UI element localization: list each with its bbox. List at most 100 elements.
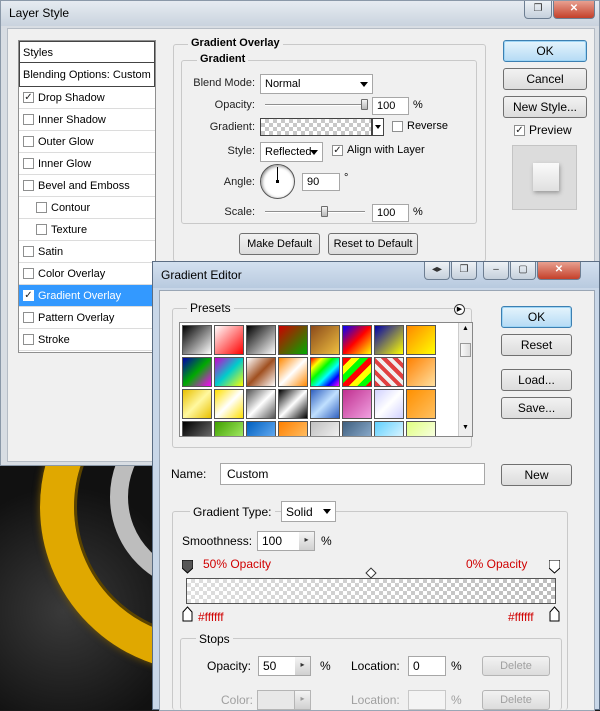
preset-swatch[interactable]: [246, 389, 276, 419]
preview-check-icon[interactable]: ✓: [514, 124, 525, 136]
preset-swatch[interactable]: [182, 357, 212, 387]
style-item-color-overlay[interactable]: Color Overlay: [19, 263, 155, 285]
minimize-icon[interactable]: –: [483, 262, 509, 280]
stop-location-input[interactable]: 0: [408, 656, 446, 676]
styles-header[interactable]: Styles: [19, 41, 155, 63]
smoothness-stepper-icon[interactable]: ▸: [299, 531, 315, 551]
blend-mode-select[interactable]: Normal: [260, 74, 373, 94]
scroll-down-icon[interactable]: ▼: [462, 424, 469, 431]
style-select[interactable]: Reflected: [260, 142, 323, 162]
preset-swatch[interactable]: [278, 421, 308, 436]
preset-swatch[interactable]: [374, 325, 404, 355]
gradient-editor-titlebar[interactable]: Gradient Editor ◂▸ ❐ – ▢ ✕: [153, 262, 599, 288]
right-color-stop[interactable]: [549, 606, 560, 622]
gradient-type-select[interactable]: Solid: [281, 501, 336, 522]
preset-swatch[interactable]: [182, 325, 212, 355]
reverse-check-icon[interactable]: [392, 120, 403, 132]
style-item-pattern-overlay[interactable]: Pattern Overlay: [19, 307, 155, 329]
scale-slider-track[interactable]: [265, 211, 365, 213]
style-item-contour[interactable]: Contour: [19, 197, 155, 219]
preset-swatch[interactable]: [182, 389, 212, 419]
arrows-icon[interactable]: ◂▸: [424, 262, 450, 280]
ge-ok-button[interactable]: OK: [501, 306, 572, 328]
reverse-checkbox[interactable]: Reverse: [392, 120, 448, 132]
preset-swatch[interactable]: [406, 357, 436, 387]
preset-swatch[interactable]: [310, 325, 340, 355]
stop-color-arrow-icon[interactable]: ▸: [295, 690, 311, 710]
style-item-stroke[interactable]: Stroke: [19, 329, 155, 351]
checkbox-icon[interactable]: [23, 158, 34, 169]
style-item-outer-glow[interactable]: Outer Glow: [19, 131, 155, 153]
preset-swatch[interactable]: [406, 421, 436, 436]
angle-input[interactable]: 90: [302, 173, 340, 191]
preset-swatch[interactable]: [310, 421, 340, 436]
scale-slider-thumb[interactable]: [321, 206, 328, 217]
checkbox-icon[interactable]: [23, 180, 34, 191]
opacity-input[interactable]: 100: [372, 97, 409, 115]
preset-swatch[interactable]: [374, 421, 404, 436]
new-style-button[interactable]: New Style...: [503, 96, 587, 118]
checkbox-icon[interactable]: [23, 114, 34, 125]
checkbox-icon[interactable]: [23, 268, 34, 279]
scroll-up-icon[interactable]: ▲: [462, 325, 469, 332]
opacity-slider-track[interactable]: [265, 104, 365, 106]
restore-icon[interactable]: ❐: [451, 262, 477, 280]
stop-opacity-stepper-icon[interactable]: ▸: [295, 656, 311, 676]
stop-opacity-input[interactable]: 50: [258, 656, 296, 676]
ok-button[interactable]: OK: [503, 40, 587, 62]
ge-reset-button[interactable]: Reset: [501, 334, 572, 356]
style-item-bevel-and-emboss[interactable]: Bevel and Emboss: [19, 175, 155, 197]
stop-color-swatch[interactable]: [257, 690, 295, 710]
preset-swatch[interactable]: [342, 325, 372, 355]
preset-swatch[interactable]: [310, 357, 340, 387]
cancel-button[interactable]: Cancel: [503, 68, 587, 90]
preset-swatch[interactable]: [342, 389, 372, 419]
align-check-icon[interactable]: ✓: [332, 144, 343, 156]
checkbox-icon[interactable]: ✓: [23, 290, 34, 301]
reset-to-default-button[interactable]: Reset to Default: [328, 233, 418, 255]
make-default-button[interactable]: Make Default: [239, 233, 320, 255]
name-input[interactable]: Custom: [220, 463, 485, 485]
presets-scroll-thumb[interactable]: [460, 343, 471, 357]
preset-swatch[interactable]: [310, 389, 340, 419]
delete-color-stop-button[interactable]: Delete: [482, 690, 550, 710]
maximize-icon[interactable]: ▢: [510, 262, 536, 280]
preset-swatch[interactable]: [406, 325, 436, 355]
layer-style-titlebar[interactable]: Layer Style ❐ ✕: [1, 1, 599, 26]
style-item-gradient-overlay[interactable]: ✓ Gradient Overlay: [19, 285, 155, 307]
preset-swatch[interactable]: [374, 357, 404, 387]
presets-menu-icon[interactable]: ▶: [454, 304, 465, 315]
left-color-stop[interactable]: [182, 606, 193, 622]
preset-swatch[interactable]: [214, 421, 244, 436]
preset-swatch[interactable]: [374, 389, 404, 419]
restore-icon[interactable]: ❐: [524, 1, 552, 19]
left-opacity-stop[interactable]: [181, 559, 194, 574]
checkbox-icon[interactable]: [36, 202, 47, 213]
style-item-inner-glow[interactable]: Inner Glow: [19, 153, 155, 175]
checkbox-icon[interactable]: ✓: [23, 92, 34, 103]
scale-input[interactable]: 100: [372, 204, 409, 222]
preset-swatch[interactable]: [214, 389, 244, 419]
style-item-satin[interactable]: Satin: [19, 241, 155, 263]
preset-swatch[interactable]: [278, 325, 308, 355]
close-icon[interactable]: ✕: [553, 1, 595, 19]
smoothness-input[interactable]: 100: [257, 531, 300, 551]
preset-swatch[interactable]: [406, 389, 436, 419]
gradient-picker-button[interactable]: [372, 118, 384, 136]
style-item-inner-shadow[interactable]: Inner Shadow: [19, 109, 155, 131]
color-location-input[interactable]: [408, 690, 446, 710]
delete-opacity-stop-button[interactable]: Delete: [482, 656, 550, 676]
style-item-texture[interactable]: Texture: [19, 219, 155, 241]
preset-swatch[interactable]: [246, 325, 276, 355]
checkbox-icon[interactable]: [23, 334, 34, 345]
preset-swatch[interactable]: [342, 421, 372, 436]
style-item-drop-shadow[interactable]: ✓ Drop Shadow: [19, 87, 155, 109]
checkbox-icon[interactable]: [36, 224, 47, 235]
gradient-swatch[interactable]: [260, 118, 372, 136]
presets-scrollbar[interactable]: ▲ ▼: [458, 323, 472, 436]
right-opacity-stop[interactable]: [548, 559, 561, 574]
preset-swatch[interactable]: [278, 357, 308, 387]
align-with-layer-checkbox[interactable]: ✓ Align with Layer: [332, 144, 425, 156]
preset-swatch[interactable]: [278, 389, 308, 419]
preset-swatch[interactable]: [342, 357, 372, 387]
